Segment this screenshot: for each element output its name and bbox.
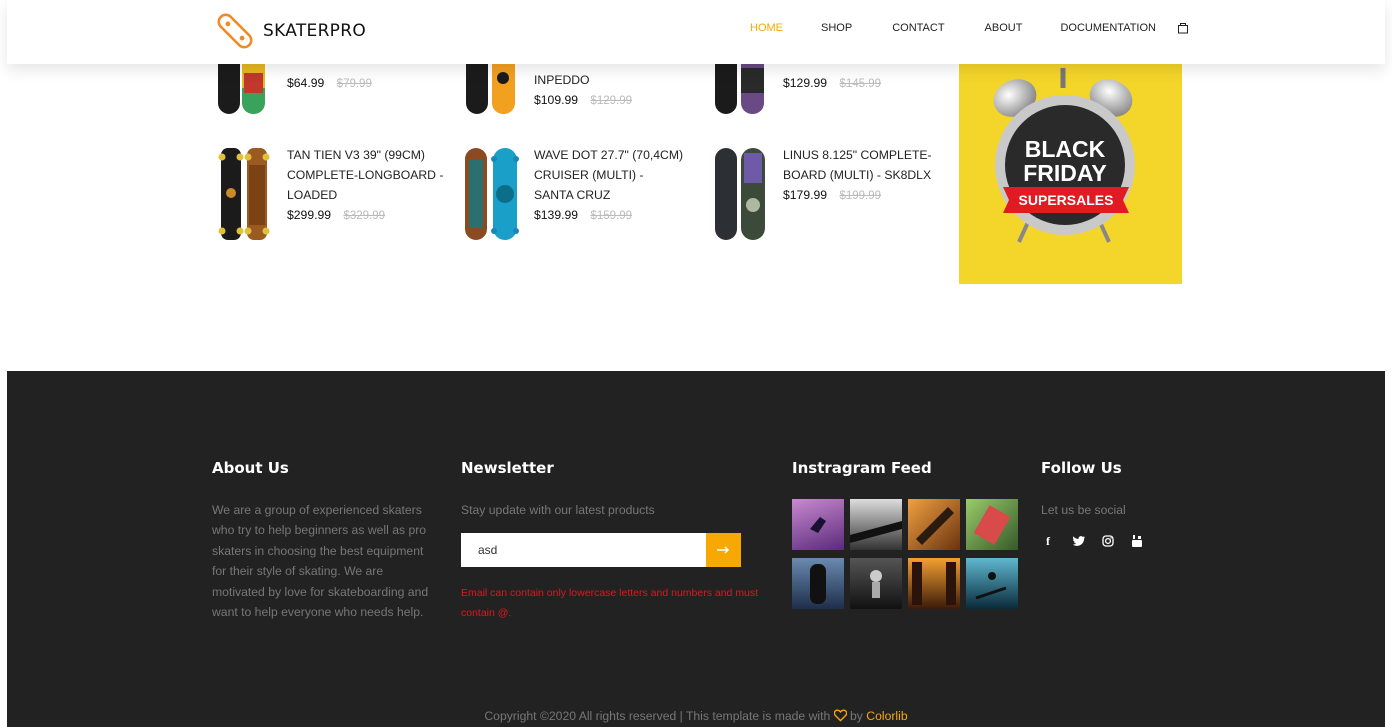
product-old-price: $199.99 [839, 190, 882, 202]
newsletter-error: Email can contain only lowercase letters… [461, 587, 759, 619]
product-price: $179.99 [783, 188, 828, 202]
follow-title: Follow Us [1041, 459, 1122, 477]
arrow-right-icon [716, 546, 729, 554]
site-footer: About Us We are a group of experienced s… [7, 371, 1385, 727]
copyright-text: Copyright ©2020 All rights reserved | Th… [484, 709, 831, 723]
product-card[interactable]: WAVE DOT 27.7" (70,4CM) CRUISER (MULTI) … [464, 145, 684, 245]
newsletter-text: Stay update with our latest products [461, 503, 655, 517]
main-nav: HOME SHOP CONTACT ABOUT DOCUMENTATION [750, 22, 1156, 34]
product-title[interactable]: TAN TIEN V3 39" (99CM) COMPLETE-LONGBOAR… [287, 145, 447, 205]
brand-name: SKATERPRO [263, 21, 367, 41]
product-price: $299.99 [287, 208, 332, 222]
about-text: We are a group of experienced skaters wh… [212, 503, 429, 620]
copyright-by: by [850, 709, 863, 723]
instagram-photo[interactable] [792, 558, 844, 609]
heart-icon [833, 709, 847, 722]
newsletter-title: Newsletter [461, 459, 554, 477]
product-image[interactable] [713, 145, 773, 245]
product-image[interactable] [464, 145, 524, 245]
product-old-price: $329.99 [343, 210, 386, 222]
nav-shop[interactable]: SHOP [821, 22, 852, 34]
instagram-photo[interactable] [966, 499, 1018, 550]
instagram-photo[interactable] [850, 558, 902, 609]
nav-documentation[interactable]: DOCUMENTATION [1060, 22, 1156, 34]
nav-contact[interactable]: CONTACT [892, 22, 944, 34]
newsletter-email-input[interactable] [461, 533, 707, 567]
banner-line-2: FRIDAY [1023, 160, 1107, 186]
colorlib-link[interactable]: Colorlib [866, 709, 907, 723]
follow-text: Let us be social [1041, 503, 1126, 517]
twitter-icon[interactable] [1072, 534, 1086, 548]
banner-line-1: BLACK [1025, 136, 1106, 162]
black-friday-banner[interactable]: BLACK FRIDAY SUPERSALES [959, 60, 1182, 284]
social-links: f [1041, 534, 1144, 548]
instagram-photo[interactable] [850, 499, 902, 550]
youtube-icon[interactable] [1130, 534, 1144, 548]
nav-about[interactable]: ABOUT [985, 22, 1023, 34]
product-old-price: $79.99 [336, 78, 372, 90]
banner-ribbon: SUPERSALES [1019, 192, 1114, 208]
product-card[interactable]: LINUS 8.125" COMPLETE-BOARD (MULTI) - SK… [713, 145, 933, 245]
product-image[interactable] [217, 145, 277, 245]
instagram-title: Instragram Feed [792, 459, 932, 477]
newsletter-submit-button[interactable] [706, 533, 741, 567]
product-title[interactable]: INPEDDO [534, 70, 632, 90]
site-header: SKATERPRO HOME SHOP CONTACT ABOUT DOCUME… [7, 0, 1385, 64]
instagram-photo[interactable] [908, 558, 960, 609]
nav-home[interactable]: HOME [750, 22, 783, 34]
product-price: $129.99 [783, 76, 828, 90]
instagram-photo[interactable] [908, 499, 960, 550]
shopping-bag-icon[interactable] [1177, 22, 1189, 34]
brand-logo[interactable]: SKATERPRO [213, 8, 366, 54]
product-price: $139.99 [534, 208, 579, 222]
instagram-photo[interactable] [966, 558, 1018, 609]
skateboard-logo-icon [217, 13, 253, 49]
product-price: $109.99 [534, 93, 579, 107]
instagram-icon[interactable] [1101, 534, 1115, 548]
product-price: $64.99 [287, 76, 325, 90]
copyright: Copyright ©2020 All rights reserved | Th… [7, 709, 1385, 723]
product-old-price: $145.99 [839, 78, 882, 90]
product-title[interactable]: WAVE DOT 27.7" (70,4CM) CRUISER (MULTI) … [534, 145, 684, 205]
product-title[interactable]: LINUS 8.125" COMPLETE-BOARD (MULTI) - SK… [783, 145, 933, 185]
product-card[interactable]: TAN TIEN V3 39" (99CM) COMPLETE-LONGBOAR… [217, 145, 447, 245]
instagram-feed [792, 499, 1022, 611]
product-old-price: $129.99 [590, 95, 633, 107]
product-old-price: $159.99 [590, 210, 633, 222]
facebook-icon[interactable]: f [1041, 534, 1055, 548]
instagram-photo[interactable] [792, 499, 844, 550]
about-title: About Us [212, 459, 289, 477]
